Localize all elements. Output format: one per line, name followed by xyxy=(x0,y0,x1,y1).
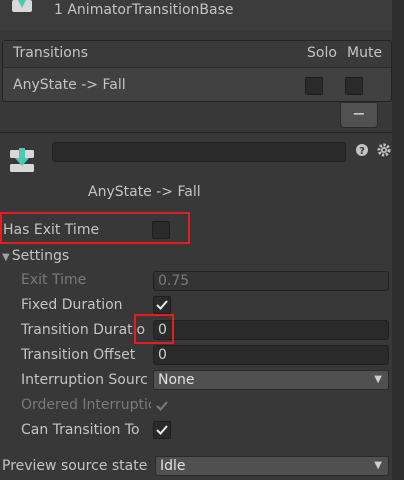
ordered-interruption-label: Ordered Interruptic xyxy=(21,397,151,413)
transition-duration-label: Transition Duratio xyxy=(21,322,146,338)
interruption-source-label: Interruption Sourc xyxy=(21,372,148,388)
transition-name-field[interactable] xyxy=(52,142,346,162)
transition-subtitle: AnyState -> Fall xyxy=(88,184,201,200)
scrollbar[interactable] xyxy=(392,0,404,480)
preview-source-state-value: Idle xyxy=(160,458,186,474)
transition-row-label[interactable]: AnyState -> Fall xyxy=(13,77,126,93)
annotation-highlight xyxy=(0,212,190,244)
chevron-down-icon: ▼ xyxy=(374,460,382,471)
foldout-arrow-icon: ▼ xyxy=(2,252,10,263)
inspector-title: 1 AnimatorTransitionBase xyxy=(54,2,234,18)
transitions-column-header: Transitions xyxy=(13,45,88,61)
preview-source-state-dropdown[interactable]: Idle ▼ xyxy=(155,456,389,476)
settings-label: Settings xyxy=(11,248,70,264)
settings-foldout[interactable]: ▼ Settings xyxy=(2,248,69,264)
ordered-interruption-checkbox xyxy=(153,397,171,415)
annotation-highlight xyxy=(134,314,174,344)
help-icon[interactable]: ? xyxy=(354,142,370,158)
mute-toggle[interactable] xyxy=(345,77,363,95)
fixed-duration-checkbox[interactable] xyxy=(153,296,171,314)
exit-time-label: Exit Time xyxy=(21,272,87,288)
checkmark-icon xyxy=(156,300,168,310)
interruption-source-dropdown[interactable]: None ▼ xyxy=(153,370,389,390)
solo-column-header: Solo xyxy=(307,45,337,61)
transitions-list: Transitions Solo Mute AnyState -> Fall xyxy=(2,40,392,102)
exit-time-field: 0.75 xyxy=(153,271,389,291)
transition-duration-field[interactable]: 0 xyxy=(153,320,389,340)
preview-source-state-label: Preview source state xyxy=(2,458,148,474)
fixed-duration-label: Fixed Duration xyxy=(21,297,123,313)
can-transition-to-self-label: Can Transition To xyxy=(21,422,140,438)
can-transition-to-self-checkbox[interactable] xyxy=(153,421,171,439)
gear-icon[interactable] xyxy=(376,142,392,158)
transition-offset-label: Transition Offset xyxy=(21,347,136,363)
section-divider xyxy=(0,132,404,133)
solo-toggle[interactable] xyxy=(305,77,323,95)
mute-column-header: Mute xyxy=(347,45,383,61)
checkmark-icon xyxy=(156,401,168,411)
transition-icon xyxy=(8,146,40,178)
transition-offset-field[interactable]: 0 xyxy=(153,345,389,365)
svg-text:?: ? xyxy=(359,146,365,157)
chevron-down-icon: ▼ xyxy=(374,374,382,385)
interruption-source-value: None xyxy=(158,372,195,388)
checkmark-icon xyxy=(156,425,168,435)
remove-transition-button[interactable]: − xyxy=(340,102,378,128)
transition-icon xyxy=(6,0,38,14)
